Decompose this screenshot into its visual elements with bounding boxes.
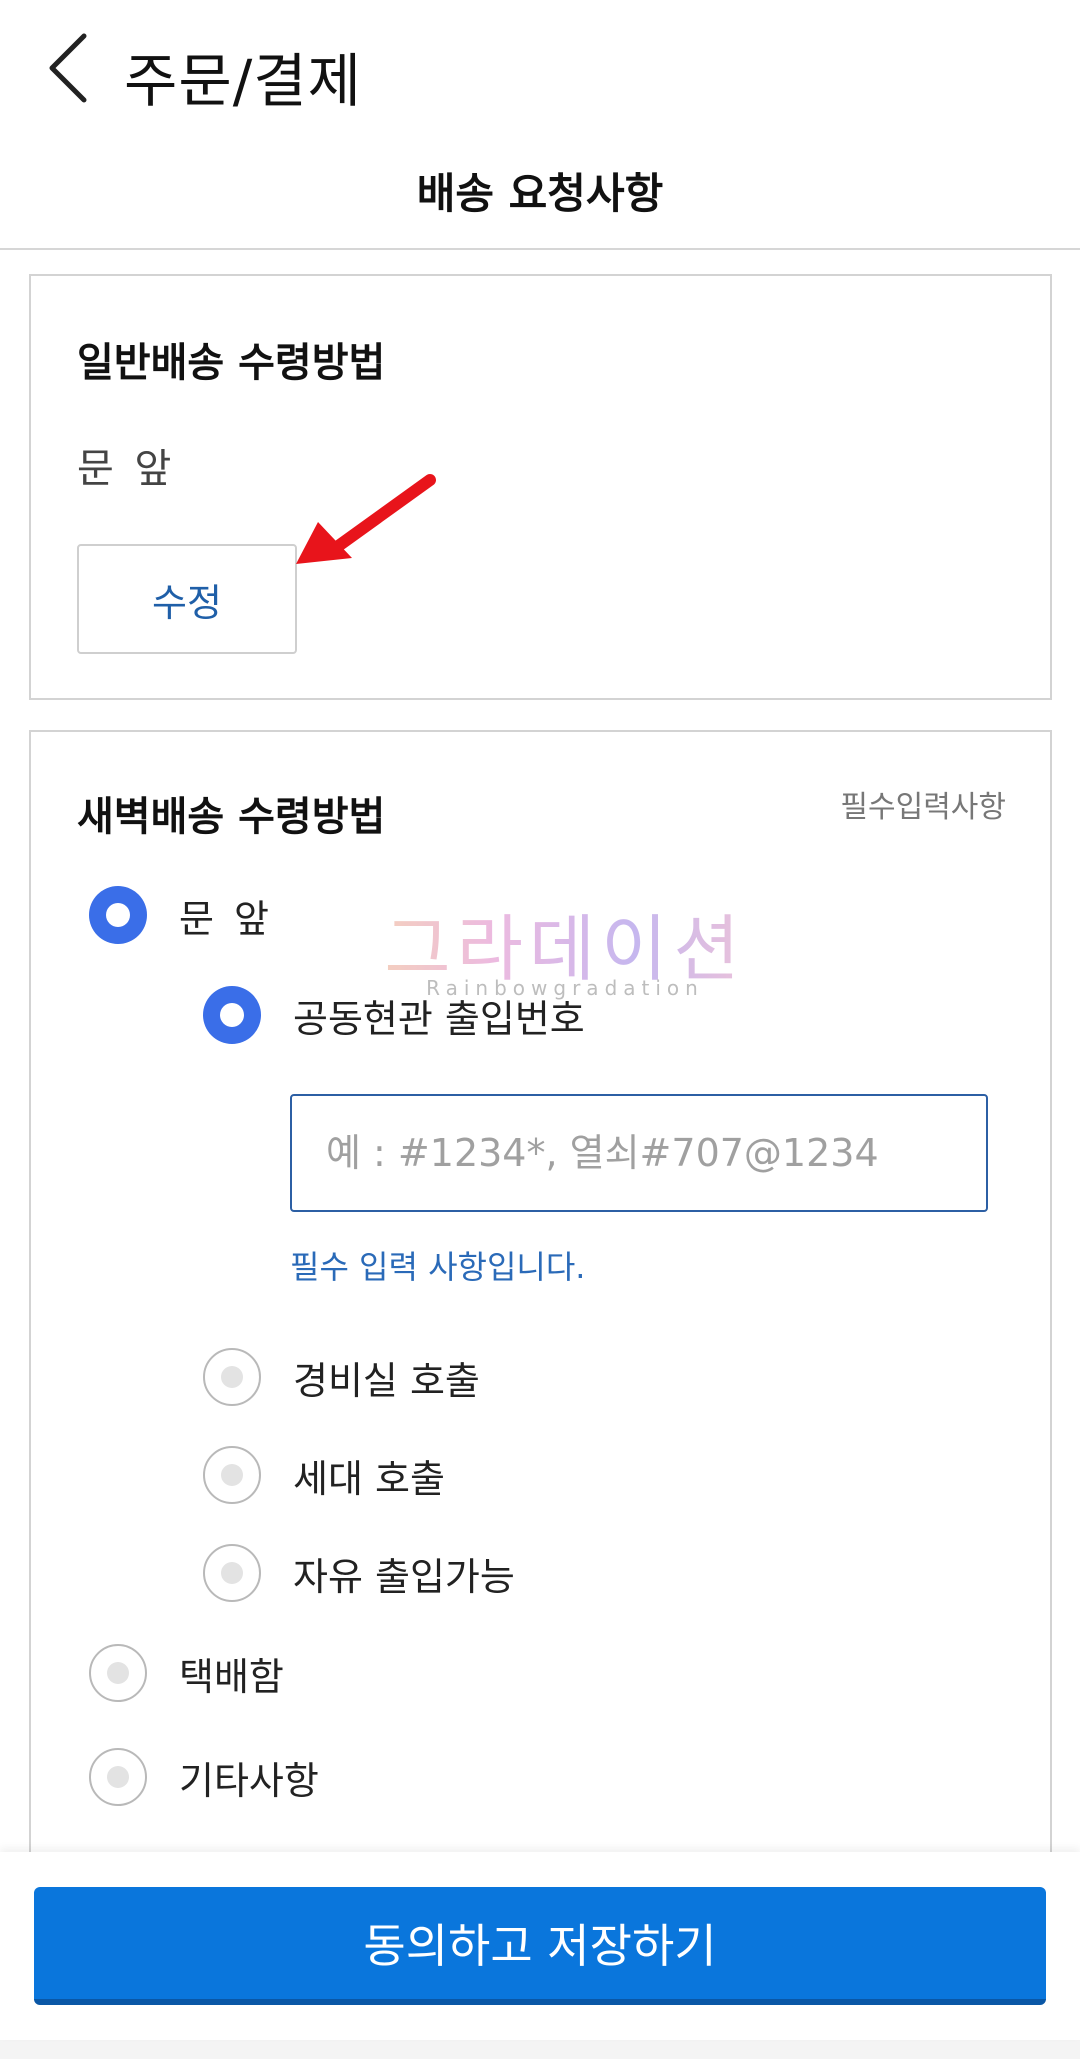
option-other[interactable]: 기타사항: [89, 1748, 319, 1806]
option-label: 기타사항: [179, 1758, 319, 1803]
option-label: 경비실 호출: [293, 1358, 480, 1403]
dawn-delivery-title: 새벽배송 수령방법: [77, 794, 386, 840]
entrance-code-input[interactable]: [290, 1094, 988, 1212]
option-label: 택배함: [179, 1654, 284, 1699]
required-fields-note: 필수입력사항: [840, 790, 1006, 825]
radio-unselected-icon: [89, 1748, 147, 1806]
bottom-action-bar: 동의하고 저장하기: [0, 1852, 1080, 2040]
back-button[interactable]: [40, 28, 100, 108]
option-security-office[interactable]: 경비실 호출: [203, 1348, 480, 1406]
general-delivery-title: 일반배송 수령방법: [77, 340, 386, 386]
radio-unselected-icon: [89, 1644, 147, 1702]
edit-button[interactable]: 수정: [77, 544, 297, 654]
dawn-delivery-card: 새벽배송 수령방법 필수입력사항 문 앞 공동현관 출입번호 필수 입력 사항입…: [29, 730, 1052, 1870]
radio-unselected-icon: [203, 1544, 261, 1602]
page-title: 주문/결제: [124, 47, 362, 115]
required-error-message: 필수 입력 사항입니다.: [290, 1248, 586, 1286]
chevron-left-icon: [49, 33, 87, 103]
header-divider: [0, 248, 1080, 250]
radio-unselected-icon: [203, 1446, 261, 1504]
option-entrance-code[interactable]: 공동현관 출입번호: [203, 986, 585, 1044]
red-arrow-annotation: [296, 474, 436, 564]
radio-selected-icon: [203, 986, 261, 1044]
agree-and-save-button[interactable]: 동의하고 저장하기: [34, 1887, 1046, 2005]
radio-selected-icon: [89, 886, 147, 944]
option-label: 자유 출입가능: [293, 1554, 515, 1599]
option-label: 공동현관 출입번호: [293, 996, 585, 1041]
option-free-access[interactable]: 자유 출입가능: [203, 1544, 515, 1602]
option-parcel-box[interactable]: 택배함: [89, 1644, 284, 1702]
option-unit-call[interactable]: 세대 호출: [203, 1446, 445, 1504]
radio-unselected-icon: [203, 1348, 261, 1406]
general-delivery-card: 일반배송 수령방법 문 앞 수정: [29, 274, 1052, 700]
top-app-bar: 주문/결제: [0, 0, 1080, 140]
section-title: 배송 요청사항: [416, 169, 664, 218]
general-delivery-current-method: 문 앞: [77, 446, 176, 492]
option-front-door[interactable]: 문 앞: [89, 886, 273, 944]
option-label: 세대 호출: [293, 1456, 445, 1501]
delivery-request-page: 주문/결제 배송 요청사항 일반배송 수령방법 문 앞 수정 새벽배송 수령방법…: [0, 0, 1080, 2040]
option-label: 문 앞: [179, 896, 273, 941]
